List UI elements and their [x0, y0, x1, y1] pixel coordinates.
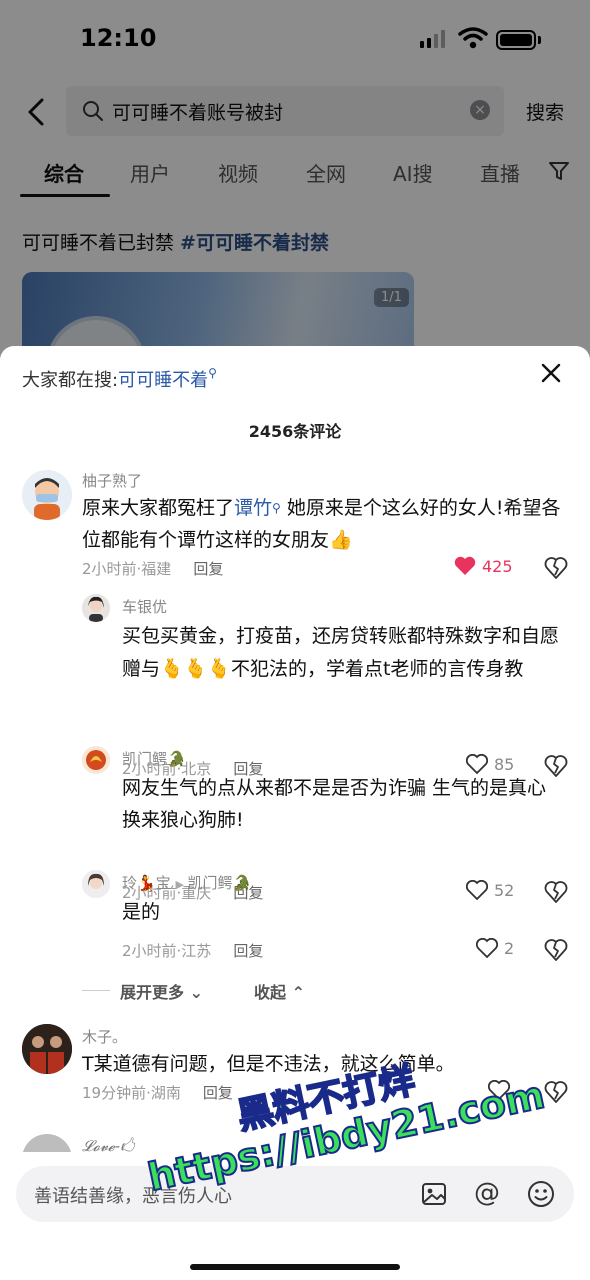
avatar-emblem-icon — [82, 746, 110, 774]
expand-more-label: 展开更多 — [120, 983, 185, 1002]
collapse-label: 收起 — [254, 983, 287, 1002]
comment-count: 2456条评论 — [248, 422, 342, 441]
reply-text: 是的 — [122, 901, 161, 923]
avatar[interactable] — [22, 1024, 72, 1074]
comment-username[interactable]: 木子。 — [82, 1026, 127, 1047]
like-button[interactable]: 425 — [454, 556, 513, 576]
comment-input-bar: 善语结善缘，恶言伤人心 @ — [0, 1152, 590, 1280]
reply-text: 买包买黄金，打疫苗，还房贷转账都特殊数字和自愿赠与🫰🫰🫰不犯法的，学着点t老师的… — [122, 625, 560, 680]
collapse-button[interactable]: 收起 ⌃ — [254, 979, 305, 1003]
avatar-portrait-icon — [82, 870, 110, 898]
comment-meta: 19分钟前·湖南 回复 — [82, 1082, 233, 1103]
reply-username[interactable]: 凯门鳄🐊 — [122, 748, 186, 769]
like-count: 425 — [482, 556, 513, 576]
trending-search-prefix: 大家都在搜: — [22, 370, 119, 391]
avatar-photo-icon — [22, 1024, 72, 1074]
heart-filled-icon — [454, 556, 476, 575]
comment-input-placeholder: 善语结善缘，恶言伤人心 — [34, 1186, 232, 1207]
reply-username[interactable]: 玲💃宝 — [122, 874, 171, 892]
avatar[interactable] — [22, 470, 72, 520]
home-indicator — [190, 1264, 400, 1270]
expand-more-button[interactable]: 展开更多 ⌄ — [120, 979, 203, 1003]
avatar[interactable] — [82, 594, 110, 622]
search-small-icon: ⚲ — [272, 501, 281, 515]
heart-outline-icon — [476, 938, 498, 958]
avatar-cartoon-icon — [22, 470, 72, 520]
trending-search-term[interactable]: 可可睡不着 — [118, 370, 208, 391]
like-count: 2 — [504, 938, 515, 958]
dislike-heart-icon[interactable] — [544, 556, 568, 580]
comment-text: T某道德有问题，但是不违法，就这么简单。 — [82, 1053, 455, 1075]
replies-toggle-row: 展开更多 ⌄ 收起 ⌃ — [82, 979, 382, 1003]
reply-button[interactable]: 回复 — [193, 560, 223, 578]
comment-sheet: 大家都在搜:可可睡不着⚲ 2456条评论 柚子熟了 原来大家都冤枉了谭竹⚲ 她原… — [0, 346, 590, 1280]
reply-button[interactable]: 回复 — [203, 1084, 233, 1102]
mention-icon[interactable]: @ — [472, 1178, 502, 1208]
avatar[interactable] — [82, 746, 110, 774]
close-icon[interactable] — [540, 362, 562, 384]
chevron-up-icon: ⌃ — [286, 983, 305, 1002]
reply-time-location: 2小时前·江苏 — [122, 942, 212, 960]
comment-username[interactable]: 柚子熟了 — [82, 470, 142, 491]
like-button[interactable] — [488, 1080, 516, 1100]
comment-meta: 2小时前·福建 回复 — [82, 558, 223, 579]
divider-line — [82, 990, 110, 991]
heart-outline-icon — [488, 1080, 510, 1100]
trending-search: 大家都在搜:可可睡不着⚲ — [22, 366, 217, 392]
reply-button[interactable]: 回复 — [233, 942, 263, 960]
comment-input[interactable]: 善语结善缘，恶言伤人心 @ — [16, 1166, 574, 1222]
dislike-heart-icon[interactable] — [544, 938, 568, 962]
heart-outline-icon — [466, 754, 488, 774]
search-small-icon: ⚲ — [208, 366, 217, 380]
comment-text: 原来大家都冤枉了谭竹⚲ 她原来是个这么好的女人!希望各位都能有个谭竹这样的女朋友… — [82, 492, 572, 556]
avatar-portrait-icon — [82, 594, 110, 622]
mention-link[interactable]: 谭竹 — [234, 497, 272, 519]
image-icon[interactable] — [420, 1180, 448, 1208]
comment-time-location: 2小时前·福建 — [82, 560, 172, 578]
emoji-icon[interactable] — [526, 1179, 556, 1209]
avatar[interactable] — [82, 870, 110, 898]
like-button[interactable]: 85 — [466, 754, 514, 774]
reply-header: 玲💃宝 ▶ 凯门鳄🐊 — [122, 872, 251, 893]
dislike-heart-icon[interactable] — [544, 1080, 568, 1104]
chevron-down-icon: ⌄ — [184, 983, 203, 1002]
reply-target-username[interactable]: 凯门鳄🐊 — [187, 874, 251, 892]
comment-time-location: 19分钟前·湖南 — [82, 1084, 181, 1102]
reply-arrow-icon: ▶ — [175, 878, 188, 891]
reply-meta: 2小时前·江苏 回复 — [122, 940, 263, 961]
comment-text-part: 原来大家都冤枉了 — [82, 497, 235, 519]
reply-text: 网友生气的点从来都不是是否为诈骗 生气的是真心换来狼心狗肺! — [122, 777, 547, 831]
like-count: 85 — [494, 754, 515, 774]
like-button[interactable]: 2 — [476, 938, 514, 958]
reply-username[interactable]: 车银优 — [122, 596, 167, 617]
